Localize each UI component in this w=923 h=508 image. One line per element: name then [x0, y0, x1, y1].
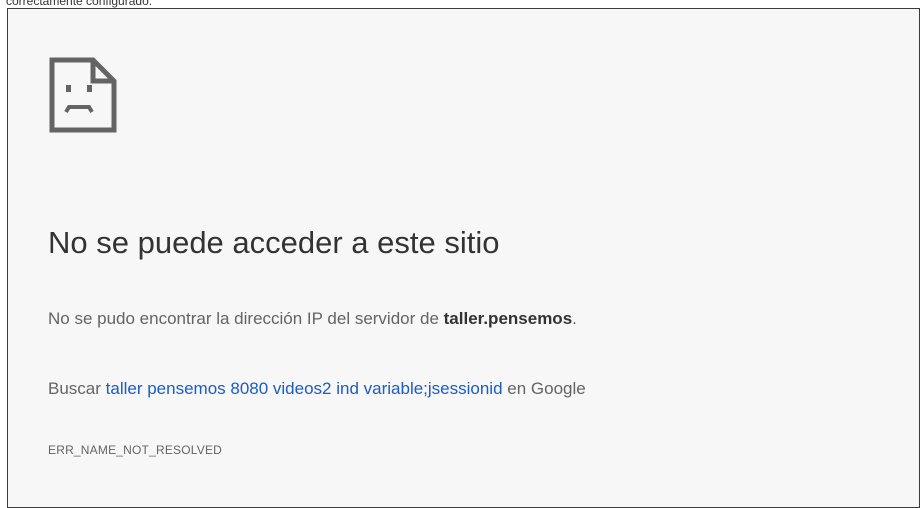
- search-suffix: en Google: [502, 379, 586, 398]
- error-code: ERR_NAME_NOT_RESOLVED: [48, 443, 223, 457]
- host-name: taller.pensemos: [443, 309, 573, 328]
- search-prefix: Buscar: [48, 379, 106, 398]
- search-suggestion: Buscar taller pensemos 8080 videos2 ind …: [48, 377, 586, 401]
- search-google-link[interactable]: taller pensemos 8080 videos2 ind variabl…: [106, 379, 503, 398]
- browser-error-page: No se puede acceder a este sitio No se p…: [7, 8, 920, 508]
- error-message-text: No se pudo encontrar la dirección IP del…: [48, 309, 444, 328]
- page-title: No se puede acceder a este sitio: [48, 225, 500, 260]
- sad-page-icon: [49, 57, 117, 133]
- error-message: No se pudo encontrar la dirección IP del…: [48, 307, 577, 331]
- error-message-suffix: .: [572, 309, 577, 328]
